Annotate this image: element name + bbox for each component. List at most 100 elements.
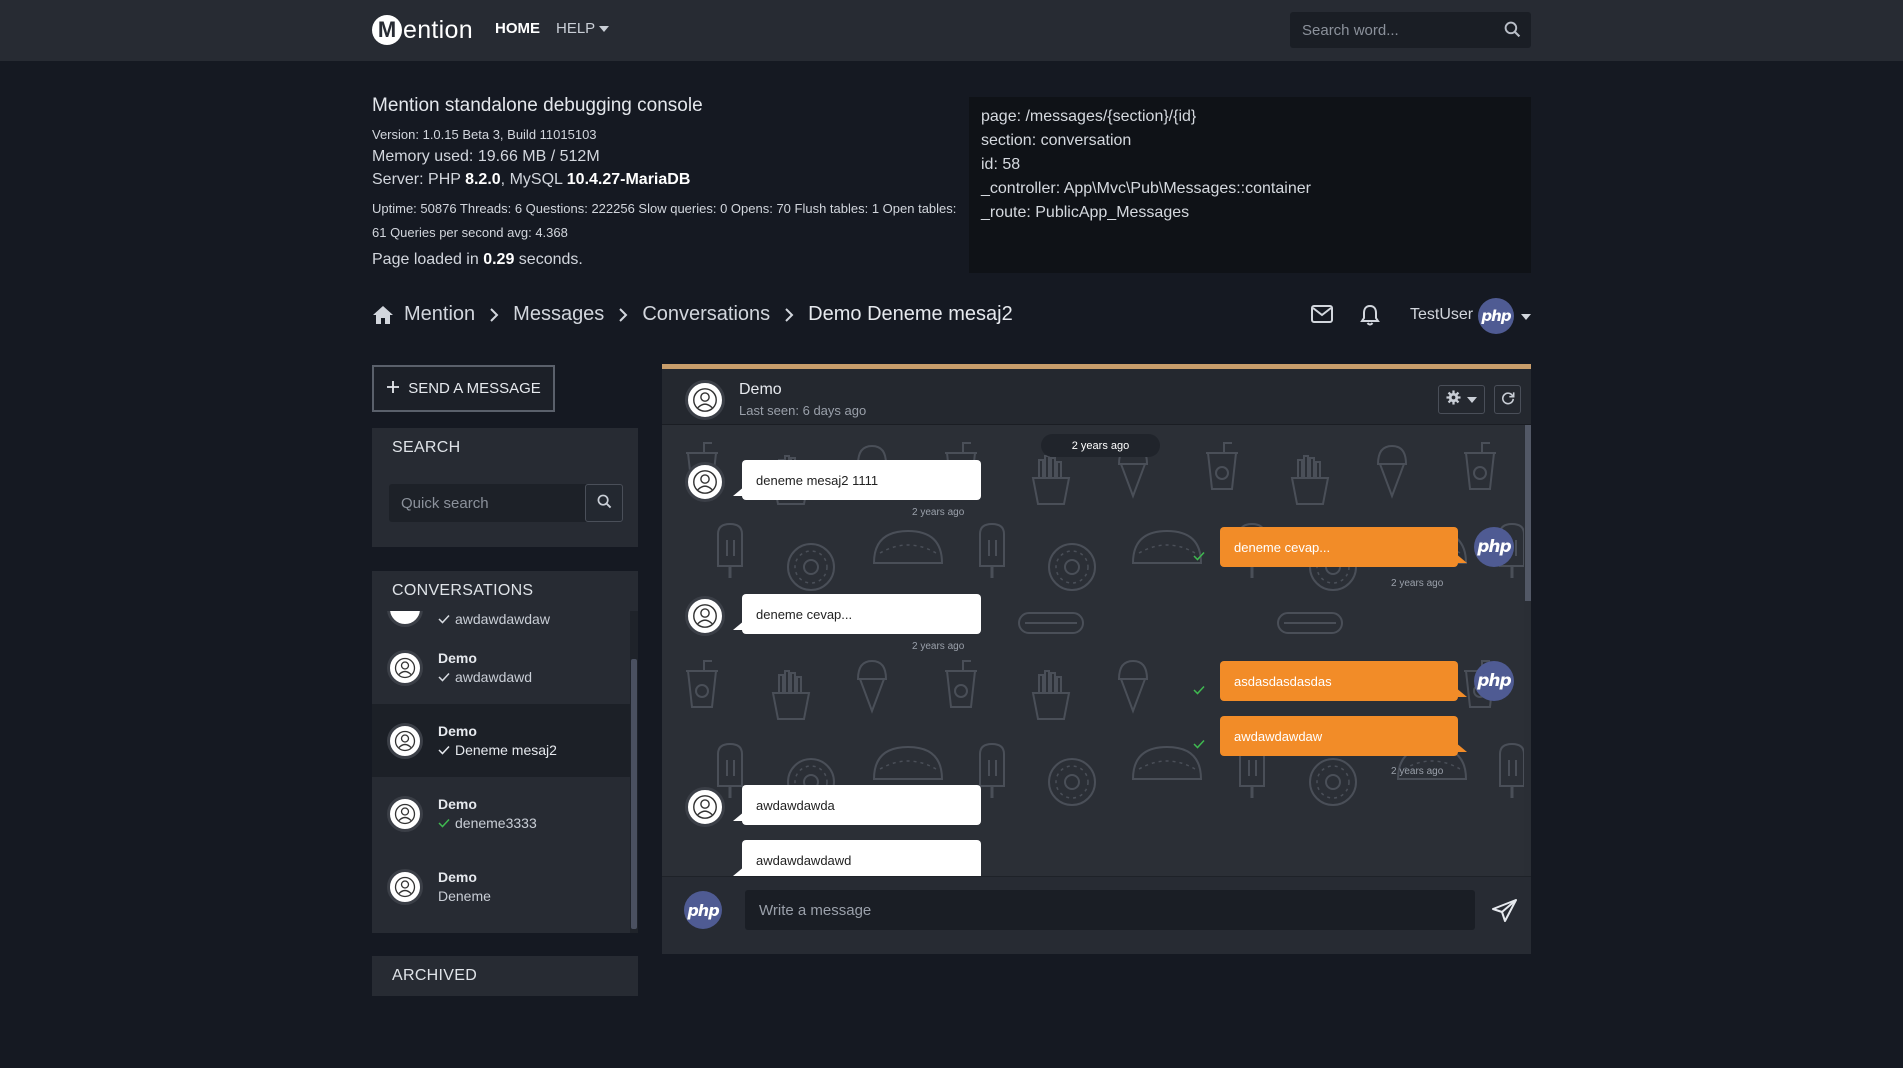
search-icon[interactable] — [1504, 21, 1521, 42]
refresh-icon — [1501, 391, 1515, 409]
message-bubble-incoming[interactable]: deneme mesaj2 1111 — [733, 460, 981, 500]
breadcrumb-current: Demo Deneme mesaj2 — [808, 303, 1013, 325]
bell-icon[interactable] — [1360, 304, 1380, 330]
plus-icon — [386, 380, 400, 398]
message-time: 2 years ago — [912, 507, 965, 518]
check-icon — [438, 813, 450, 833]
conversation-last-message: deneme3333 — [455, 814, 537, 831]
envelope-icon[interactable] — [1311, 305, 1333, 327]
debug-title: Mention standalone debugging console — [372, 95, 703, 116]
message-bubble-incoming[interactable]: awdawdawdawd — [733, 840, 981, 876]
conversation-item-partial[interactable]: awdawdawdaw — [372, 611, 630, 631]
archived-panel[interactable]: ARCHIVED — [372, 956, 638, 996]
chat-messages-area: 2 years ago deneme mesaj2 1111 2 years a… — [662, 425, 1531, 876]
conversation-name: Demo — [438, 868, 477, 885]
conversation-name: Demo — [438, 722, 477, 739]
message-bubble-incoming[interactable]: deneme cevap... — [733, 594, 981, 634]
chevron-down-icon — [1467, 396, 1477, 403]
search-panel-title: SEARCH — [392, 439, 461, 456]
chevron-right-icon — [489, 307, 499, 323]
message-time: 2 years ago — [912, 641, 965, 652]
paper-plane-icon[interactable] — [1492, 899, 1518, 927]
route-line: _controller: App\Mvc\Pub\Messages::conta… — [981, 180, 1311, 197]
message-time: 2 years ago — [1391, 578, 1444, 589]
avatar — [387, 795, 423, 832]
home-icon[interactable] — [372, 305, 394, 325]
debug-stats: Uptime: 50876 Threads: 6 Questions: 2222… — [372, 201, 957, 240]
date-divider: 2 years ago — [1041, 434, 1160, 457]
chat-scrollbar[interactable] — [1524, 425, 1531, 876]
user-name[interactable]: TestUser — [1410, 306, 1473, 324]
chevron-down-icon[interactable] — [1521, 314, 1531, 320]
breadcrumb-mention[interactable]: Mention — [404, 303, 475, 326]
breadcrumb-messages[interactable]: Messages — [513, 303, 604, 326]
message-bubble-outgoing[interactable]: asdasdasdasdas — [1220, 661, 1467, 701]
debug-memory: Memory used: 19.66 MB / 512M — [372, 148, 600, 165]
conversation-item[interactable]: Demo deneme3333 — [372, 777, 630, 850]
debug-console-summary: Mention standalone debugging console Ver… — [372, 95, 962, 269]
chevron-right-icon — [618, 307, 628, 323]
quick-search-box — [389, 484, 623, 522]
chat-window: Demo Last seen: 6 days ago 2 years ago d… — [662, 364, 1531, 954]
quick-search-input[interactable] — [389, 484, 585, 522]
archived-panel-title: ARCHIVED — [392, 967, 478, 984]
scrollbar-thumb[interactable] — [631, 659, 637, 929]
route-line: id: 58 — [981, 156, 1021, 173]
top-search-input[interactable] — [1290, 12, 1490, 48]
avatar — [685, 462, 725, 502]
nav-help-dropdown[interactable]: HELP — [556, 20, 610, 37]
conversations-panel-title: CONVERSATIONS — [392, 582, 534, 599]
chat-composer: php — [662, 876, 1531, 954]
conversation-last-message: awdawdawd — [455, 668, 533, 685]
check-icon — [438, 611, 450, 627]
logo-mark: M — [372, 15, 402, 45]
search-panel: SEARCH — [372, 428, 638, 547]
chevron-down-icon — [599, 25, 610, 32]
user-avatar[interactable]: php — [1478, 298, 1514, 334]
scrollbar-thumb[interactable] — [1525, 425, 1531, 601]
debug-server: Server: PHP 8.2.0, MySQL 10.4.27-MariaDB — [372, 171, 691, 188]
nav-home-link[interactable]: HOME — [495, 20, 540, 37]
route-line: page: /messages/{section}/{id} — [981, 108, 1197, 125]
my-avatar: php — [684, 891, 722, 929]
top-navbar: M ention HOME HELP — [0, 0, 1903, 61]
message-bubble-incoming[interactable]: awdawdawda — [733, 785, 981, 825]
route-line: section: conversation — [981, 132, 1132, 149]
check-icon — [1193, 682, 1205, 699]
check-icon — [438, 667, 450, 687]
message-input[interactable] — [745, 890, 1475, 930]
chat-settings-button[interactable] — [1438, 385, 1485, 414]
debug-version: Version: 1.0.15 Beta 3, Build 11015103 — [372, 127, 597, 142]
conversation-last-message: Deneme mesaj2 — [455, 741, 557, 758]
message-bubble-outgoing[interactable]: deneme cevap... — [1220, 527, 1467, 567]
avatar — [387, 649, 423, 686]
avatar — [685, 787, 725, 827]
my-avatar: php — [1474, 661, 1514, 701]
quick-search-button[interactable] — [585, 484, 623, 522]
check-icon — [438, 740, 450, 760]
conversation-item[interactable]: Demo Deneme — [372, 850, 630, 923]
check-icon — [1193, 548, 1205, 565]
breadcrumb-conversations[interactable]: Conversations — [642, 303, 770, 326]
avatar — [387, 611, 423, 627]
top-search-box — [1290, 12, 1531, 48]
conversation-item[interactable]: Demo awdawdawd — [372, 631, 630, 704]
check-icon — [1193, 736, 1205, 753]
chat-refresh-button[interactable] — [1494, 385, 1521, 414]
breadcrumb: Mention Messages Conversations Demo Dene… — [372, 303, 1013, 326]
avatar — [387, 868, 423, 905]
search-icon — [597, 494, 612, 513]
chevron-right-icon — [784, 307, 794, 323]
conversation-list-scrollbar[interactable] — [630, 611, 638, 933]
conversation-name: Demo — [438, 795, 477, 812]
message-time: 2 years ago — [1391, 766, 1444, 777]
chat-header: Demo Last seen: 6 days ago — [662, 369, 1531, 425]
my-avatar: php — [1474, 527, 1514, 567]
mention-logo[interactable]: M ention — [372, 13, 473, 47]
debug-route-info: page: /messages/{section}/{id} section: … — [969, 97, 1531, 273]
conversation-name: Demo — [438, 649, 477, 666]
avatar — [387, 722, 423, 759]
conversation-item-active[interactable]: Demo Deneme mesaj2 — [372, 704, 630, 777]
send-message-button[interactable]: SEND A MESSAGE — [372, 365, 555, 412]
message-bubble-outgoing[interactable]: awdawdawdaw — [1220, 716, 1467, 756]
